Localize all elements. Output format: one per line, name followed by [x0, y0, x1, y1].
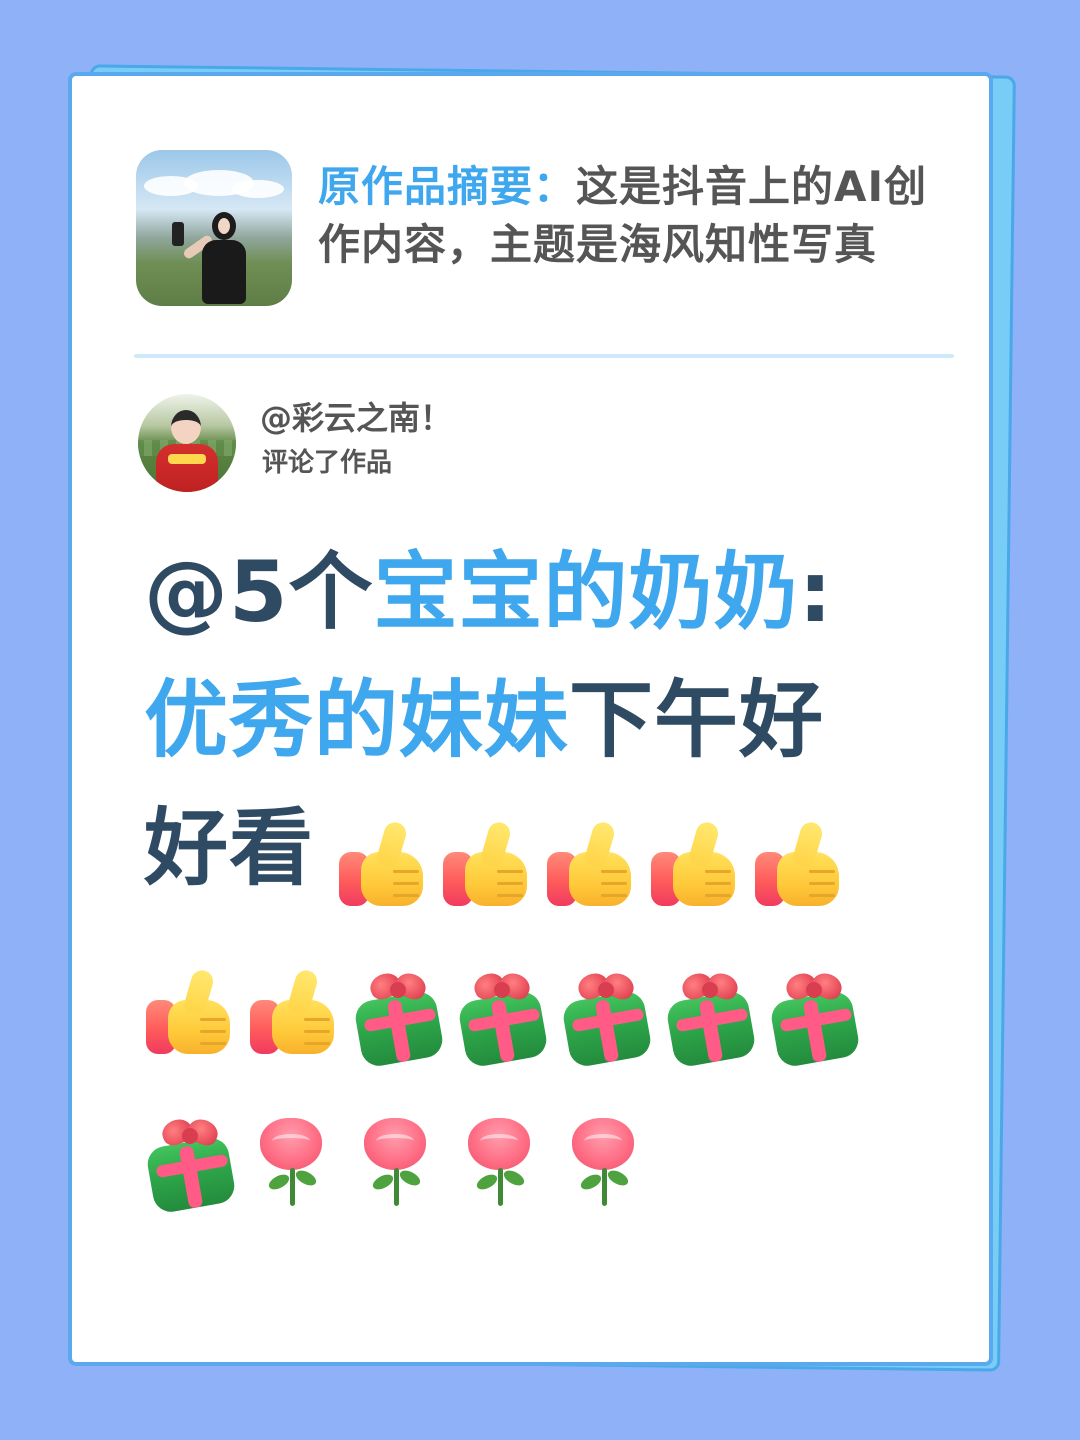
- mention-prefix: @5个: [144, 543, 374, 641]
- thumbs-up-icon: [337, 818, 429, 916]
- rose-icon: [456, 1112, 548, 1210]
- emoji-row-2: [144, 966, 904, 1076]
- person-torso: [202, 240, 246, 304]
- thumbs-up-icon: [441, 818, 533, 916]
- cloud-shape: [232, 180, 284, 198]
- person-head: [212, 212, 236, 240]
- rose-icon: [248, 1112, 340, 1210]
- greeting-rest: 下午好: [569, 671, 825, 769]
- comment-line-1: @5个宝宝的奶奶:: [144, 528, 964, 656]
- thumbs-up-icon: [753, 818, 845, 916]
- thumbs-up-icon: [144, 966, 236, 1064]
- commenter-action: 评论了作品: [262, 448, 393, 478]
- phone-icon: [172, 222, 184, 246]
- thumbs-up-icon: [649, 818, 741, 916]
- praise-text: 好看: [144, 799, 315, 897]
- gift-icon: [352, 966, 446, 1069]
- commenter-name[interactable]: @彩云之南！: [260, 398, 452, 438]
- thumbs-up-icon: [248, 966, 340, 1064]
- commenter-avatar[interactable]: [138, 394, 236, 492]
- gift-icon: [664, 966, 758, 1069]
- original-work-thumbnail[interactable]: [136, 150, 292, 306]
- gift-icon: [768, 966, 862, 1069]
- gift-icon: [560, 966, 654, 1069]
- emoji-row-1: [337, 818, 897, 928]
- summary-text-block: 原作品摘要：这是抖音上的AI创作内容，主题是海风知性写真: [318, 158, 958, 274]
- commenter-trim: [168, 454, 206, 464]
- rose-icon: [352, 1112, 444, 1210]
- selfie-person: [172, 212, 246, 304]
- gift-icon: [456, 966, 550, 1069]
- gift-icon: [144, 1112, 238, 1215]
- commenter-header: @彩云之南！ 评论了作品: [138, 394, 638, 494]
- comment-card: 原作品摘要：这是抖音上的AI创作内容，主题是海风知性写真 @彩云之南！ 评论了作…: [68, 72, 993, 1366]
- commenter-body: [156, 444, 218, 492]
- original-work-summary: 原作品摘要：这是抖音上的AI创作内容，主题是海风知性写真: [136, 150, 956, 310]
- commenter-head: [171, 410, 201, 444]
- section-divider: [134, 354, 954, 358]
- mention-colon: :: [798, 543, 834, 641]
- summary-label: 原作品摘要：: [318, 162, 577, 211]
- mention-highlight: 宝宝的奶奶: [373, 543, 799, 641]
- emoji-row-3: [144, 1112, 904, 1222]
- comment-line-2: 优秀的妹妹下午好: [144, 656, 964, 784]
- thumbs-up-icon: [545, 818, 637, 916]
- rose-icon: [560, 1112, 652, 1210]
- greeting-highlight: 优秀的妹妹: [144, 671, 570, 769]
